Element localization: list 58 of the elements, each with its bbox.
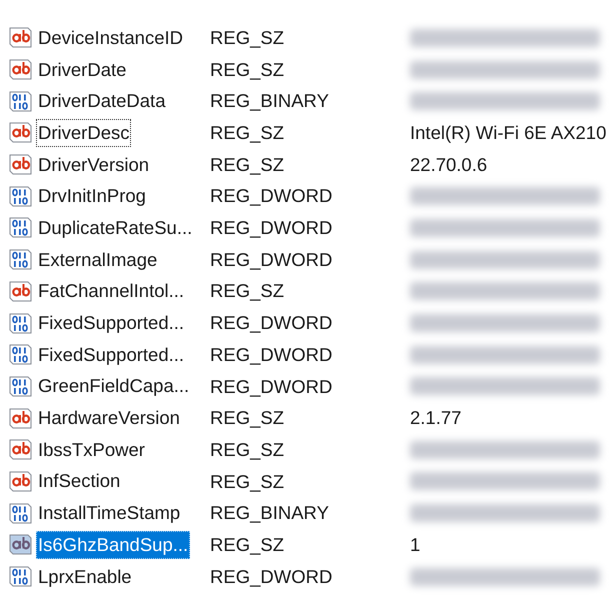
string-value-icon	[8, 406, 33, 431]
string-value-icon	[8, 468, 33, 494]
string-value-icon	[8, 57, 33, 82]
value-type: REG_SZ	[210, 532, 286, 557]
value-data: 22.70.0.6	[410, 152, 488, 177]
value-data: 1	[410, 532, 420, 557]
value-type: REG_DWORD	[210, 248, 334, 272]
value-name[interactable]: DriverDate	[36, 56, 128, 84]
value-type: REG_SZ	[210, 58, 286, 82]
value-type: REG_BINARY	[210, 89, 330, 114]
value-name[interactable]: LprxEnable	[36, 562, 134, 591]
string-value-icon	[8, 25, 33, 50]
value-name[interactable]: Is6GhzBandSup...	[36, 530, 190, 559]
binary-value-icon	[8, 500, 33, 526]
value-name[interactable]: ExternalImage	[36, 246, 160, 274]
value-name[interactable]: FatChannelIntol...	[36, 277, 186, 306]
string-value-icon	[8, 278, 33, 304]
binary-value-icon	[8, 374, 33, 399]
value-type: REG_SZ	[210, 438, 286, 462]
value-name[interactable]: InfSection	[36, 467, 122, 496]
value-type: REG_DWORD	[210, 216, 334, 240]
string-value-icon	[8, 152, 33, 178]
value-type: REG_SZ	[210, 152, 286, 177]
value-name[interactable]: DrvInitInProg	[36, 182, 148, 210]
value-name[interactable]: DeviceInstanceID	[36, 24, 185, 52]
value-data: Intel(R) Wi-Fi 6E AX210	[410, 121, 606, 146]
value-name[interactable]: FixedSupported...	[36, 309, 186, 338]
value-type: REG_DWORD	[210, 374, 334, 399]
binary-value-icon	[8, 310, 33, 336]
binary-value-icon	[8, 247, 33, 272]
binary-value-icon	[8, 564, 33, 590]
value-name[interactable]: InstallTimeStamp	[36, 499, 182, 528]
value-type: REG_BINARY	[210, 501, 330, 526]
value-name[interactable]: GreenFieldCapa...	[36, 372, 192, 400]
string-value-icon	[8, 437, 33, 462]
value-name[interactable]: DuplicateRateSu...	[36, 214, 194, 242]
value-name[interactable]: DriverVersion	[36, 150, 152, 179]
value-type: REG_DWORD	[210, 311, 334, 336]
binary-value-icon	[8, 342, 33, 368]
binary-value-icon	[8, 184, 33, 209]
value-type: REG_SZ	[210, 470, 286, 494]
value-name[interactable]: FixedSupported...	[36, 340, 186, 369]
value-type: REG_SZ	[210, 406, 286, 430]
value-type: REG_DWORD	[210, 342, 334, 367]
value-name[interactable]: DriverDateData	[36, 87, 168, 116]
value-type: REG_SZ	[210, 279, 286, 304]
value-type: REG_DWORD	[210, 564, 334, 589]
value-type: REG_DWORD	[210, 184, 334, 208]
value-name[interactable]: IbssTxPower	[36, 436, 147, 464]
binary-value-icon	[8, 215, 33, 240]
string-value-icon	[8, 532, 33, 558]
binary-value-icon	[8, 88, 33, 114]
value-type: REG_SZ	[210, 121, 286, 146]
value-data: 2.1.77	[410, 406, 462, 430]
value-type: REG_SZ	[210, 26, 286, 50]
value-name[interactable]: DriverDesc	[36, 118, 132, 147]
value-name[interactable]: HardwareVersion	[36, 404, 182, 432]
string-value-icon	[8, 120, 33, 146]
